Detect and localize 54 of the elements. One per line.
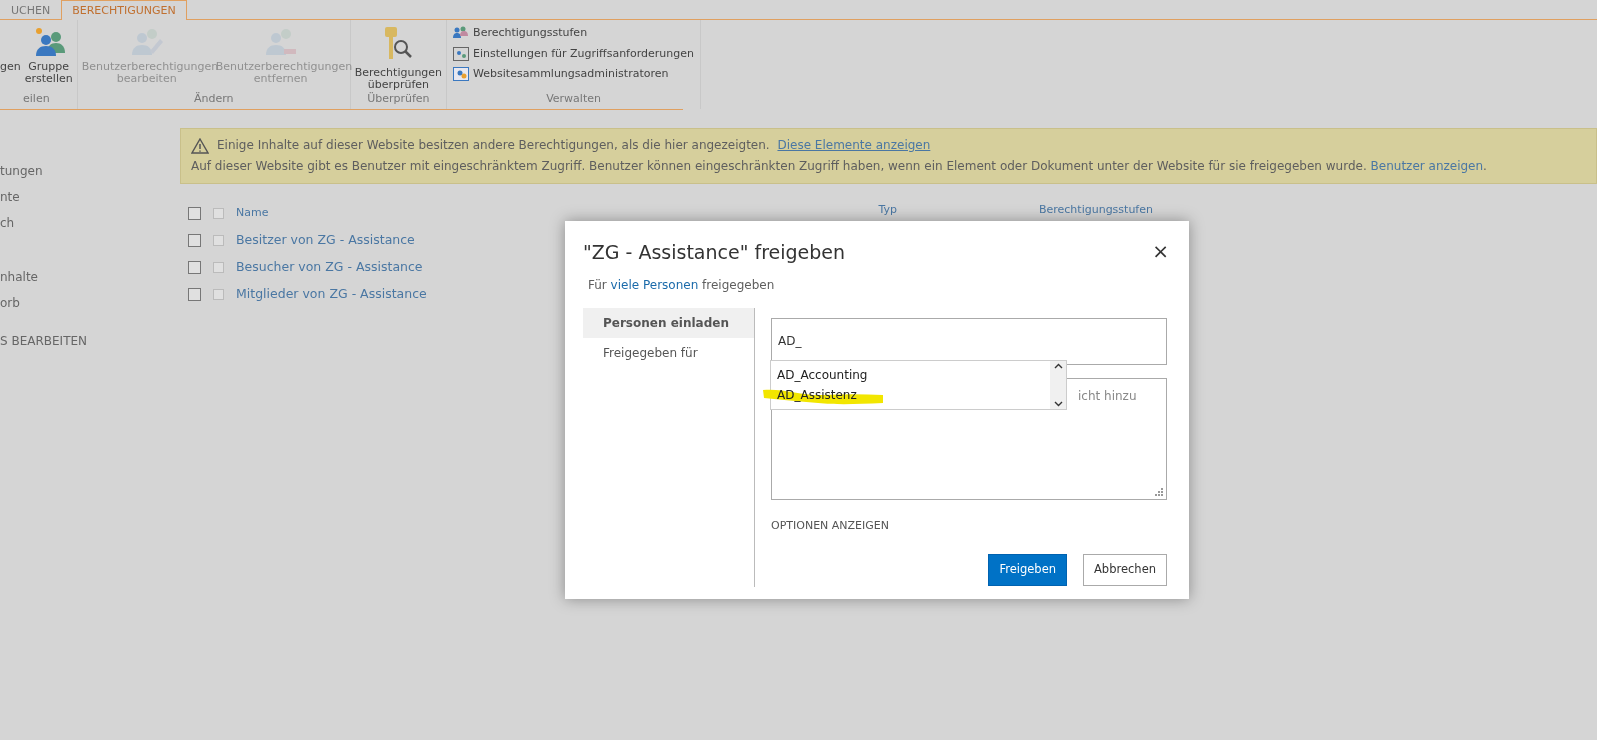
sidebar-item[interactable]: orb bbox=[0, 294, 180, 320]
group-label: Überprüfen bbox=[366, 91, 431, 108]
scroll-up-icon[interactable] bbox=[1053, 363, 1063, 369]
group-link[interactable]: Besitzer von ZG - Assistance bbox=[236, 231, 415, 250]
sidebar-item[interactable]: ch bbox=[0, 214, 180, 240]
sidebar-item[interactable]: S BEARBEITEN bbox=[0, 332, 180, 358]
group-label: Verwalten bbox=[545, 90, 602, 107]
dialog-nav-item[interactable]: Freigegeben für bbox=[583, 337, 754, 368]
share-button[interactable]: Freigeben bbox=[988, 554, 1067, 586]
type-icon bbox=[213, 289, 224, 300]
banner-link[interactable]: Diese Elemente anzeigen bbox=[777, 138, 931, 152]
scrollbar[interactable] bbox=[1050, 361, 1066, 409]
ribbon-button[interactable]: Berechtigungsstufen bbox=[449, 23, 698, 44]
column-header[interactable]: Berechtigungsstufen bbox=[1038, 202, 1153, 219]
ribbon-tab[interactable]: UCHEN bbox=[0, 0, 62, 19]
close-button[interactable]: × bbox=[1152, 241, 1169, 261]
options-link[interactable]: OPTIONEN ANZEIGEN bbox=[771, 517, 1167, 535]
row-checkbox[interactable] bbox=[188, 261, 201, 274]
type-icon bbox=[213, 235, 224, 246]
people-icon bbox=[453, 26, 470, 41]
group-label: eilen bbox=[22, 90, 51, 107]
sidebar-item[interactable]: nte bbox=[0, 188, 180, 214]
group-link[interactable]: Besucher von ZG - Assistance bbox=[236, 258, 423, 277]
admin-icon bbox=[453, 67, 470, 82]
select-all-checkbox[interactable] bbox=[188, 207, 201, 220]
ribbon-tab[interactable]: BERECHTIGUNGEN bbox=[61, 0, 187, 20]
banner-text: Auf dieser Website gibt es Benutzer mit eingeschränktem Zugriff. Benutzer können eingeschränkten Zugriff haben, wenn ein Element oder Dokument unter der Website für sie freigegeben wurde. Benutzer anzeigen. bbox=[191, 158, 1487, 175]
row-checkbox[interactable] bbox=[188, 234, 201, 247]
row-checkbox[interactable] bbox=[188, 288, 201, 301]
settings-icon bbox=[453, 46, 470, 61]
column-header[interactable]: Typ bbox=[878, 202, 897, 219]
group-label: Ändern bbox=[192, 90, 235, 107]
banner-link[interactable]: Benutzer anzeigen bbox=[1370, 159, 1484, 173]
ribbon-button[interactable]: gen bbox=[0, 20, 23, 91]
group-link[interactable]: Mitglieder von ZG - Assistance bbox=[236, 285, 427, 304]
banner-text: Einige Inhalte auf dieser Website besitzen andere Berechtigungen, als die hier angezeigten. Diese Elemente anzeigen bbox=[217, 137, 931, 154]
sidebar-item[interactable]: nhalte bbox=[0, 268, 180, 294]
people-link[interactable]: viele Personen bbox=[610, 277, 699, 292]
dialog-title: "ZG - Assistance" freigeben bbox=[583, 241, 846, 264]
type-icon bbox=[213, 262, 224, 273]
column-header[interactable]: Name bbox=[236, 205, 269, 222]
warning-icon bbox=[191, 137, 209, 154]
resize-grip-icon bbox=[1155, 487, 1163, 496]
ribbon-button[interactable]: Gruppe erstellen bbox=[22, 20, 75, 91]
dialog-nav-item[interactable]: Personen einladen bbox=[583, 307, 754, 338]
sidebar-item[interactable]: tungen bbox=[0, 162, 180, 188]
dialog-subtitle: Für viele Personen freigegeben bbox=[588, 276, 776, 294]
scroll-down-icon[interactable] bbox=[1053, 401, 1063, 407]
cancel-button[interactable]: Abbrechen bbox=[1083, 554, 1167, 586]
type-icon bbox=[213, 208, 224, 219]
ribbon-button[interactable]: Einstellungen für Zugriffsanforderungen bbox=[449, 43, 698, 64]
ribbon-button[interactable]: Berechtigungen überprüfen bbox=[352, 20, 445, 92]
ribbon-button[interactable]: Websitesammlungsadministratoren bbox=[449, 64, 698, 85]
people-field[interactable]: AD_ bbox=[771, 317, 1167, 365]
